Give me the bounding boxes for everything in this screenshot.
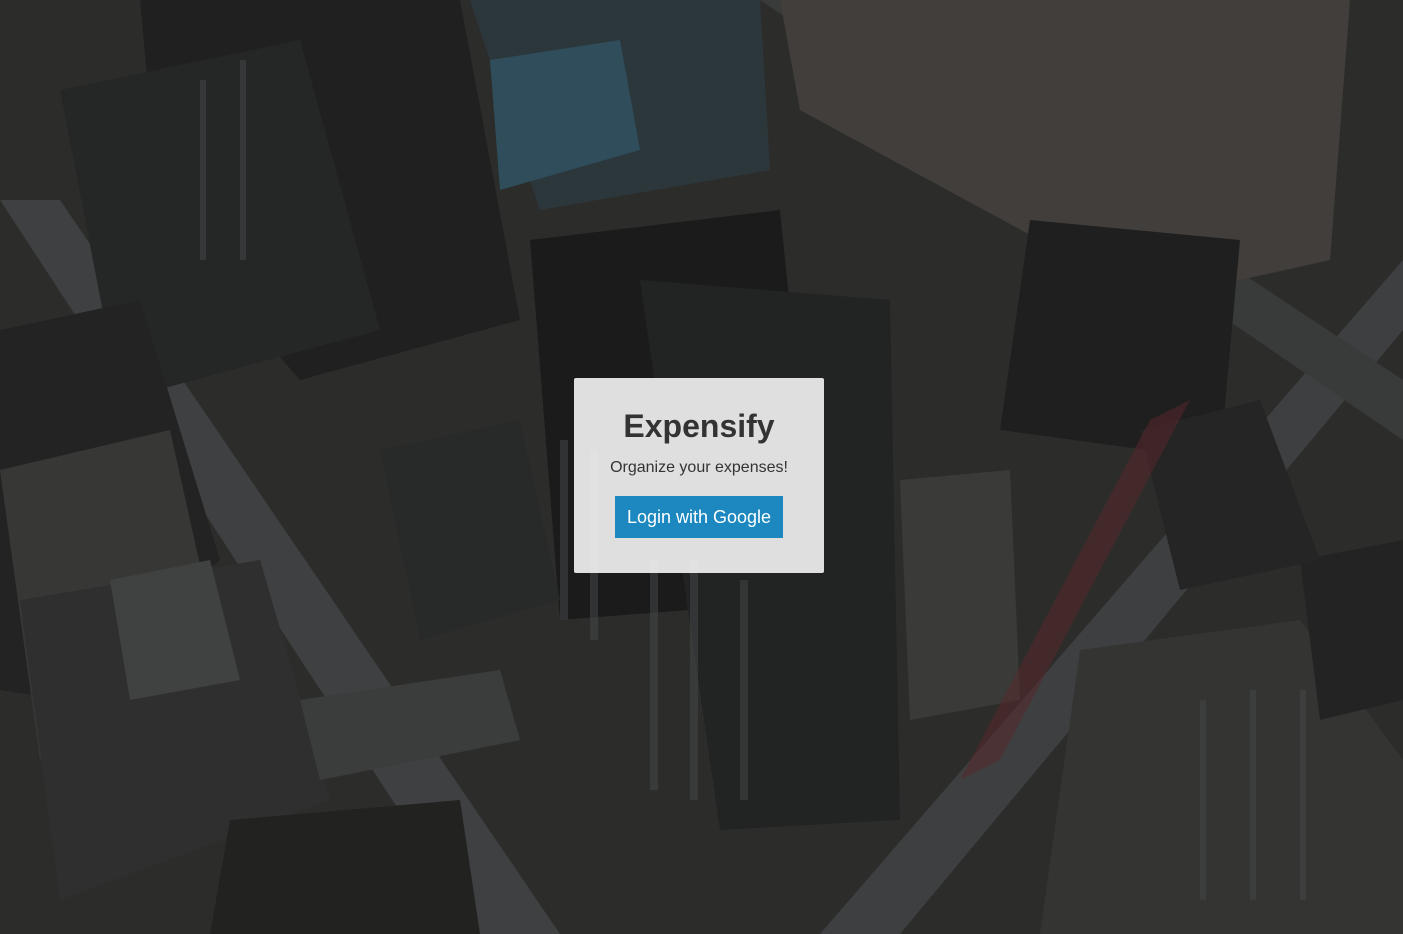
login-with-google-button[interactable]: Login with Google [614, 496, 784, 538]
login-card: Expensify Organize your expenses! Login … [574, 378, 824, 573]
app-title: Expensify [623, 408, 775, 444]
app-subtitle: Organize your expenses! [610, 459, 788, 476]
